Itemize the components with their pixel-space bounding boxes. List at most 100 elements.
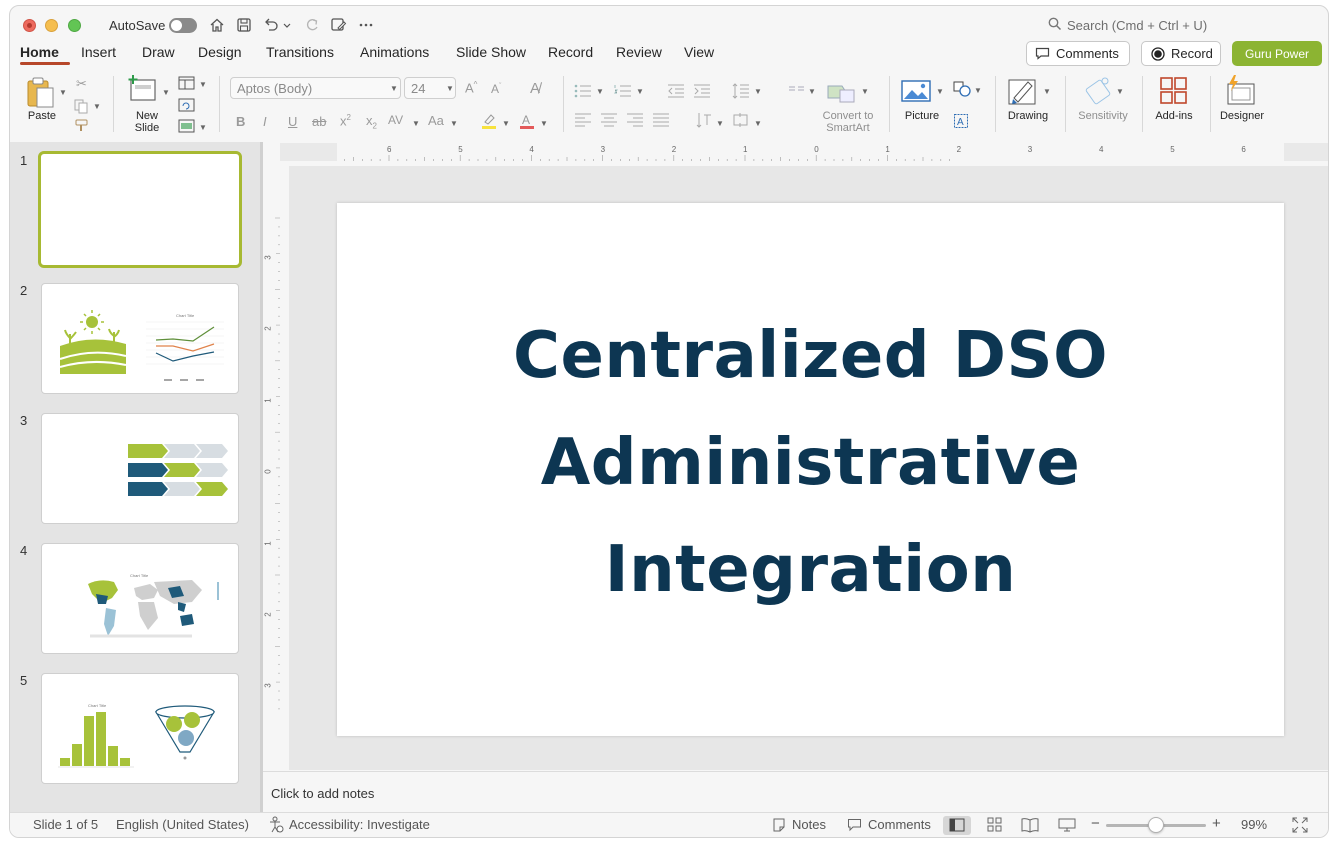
underline-icon[interactable]: U xyxy=(288,114,297,129)
slide-sorter-view-icon[interactable] xyxy=(987,817,1003,833)
bullets-icon[interactable] xyxy=(574,84,592,98)
align-left-icon[interactable] xyxy=(574,113,592,127)
more-options-icon[interactable] xyxy=(357,16,375,34)
clear-formatting-icon[interactable]: A̸ xyxy=(530,80,540,97)
zoom-in-icon[interactable]: + xyxy=(1212,815,1221,832)
change-case-icon[interactable]: Aa xyxy=(428,113,444,128)
convert-to-smartart-icon[interactable] xyxy=(826,80,858,106)
copy-icon[interactable] xyxy=(73,98,89,114)
slide-thumbnail-1[interactable] xyxy=(38,151,242,268)
shapes-icon[interactable] xyxy=(952,80,972,98)
copy-chevron-icon[interactable]: ▼ xyxy=(93,102,101,111)
font-size-chevron-icon[interactable]: ▼ xyxy=(446,84,454,93)
shapes-chevron-icon[interactable]: ▼ xyxy=(974,86,982,95)
tab-animations[interactable]: Animations xyxy=(360,44,429,60)
home-icon[interactable] xyxy=(208,16,226,34)
tab-view[interactable]: View xyxy=(684,44,714,60)
drawing-icon[interactable] xyxy=(1008,76,1040,108)
undo-dropdown-chevron-icon[interactable] xyxy=(282,16,292,34)
notes-pane[interactable]: Click to add notes xyxy=(263,771,1328,811)
current-slide[interactable]: Centralized DSO Administrative Integrati… xyxy=(337,203,1284,736)
reset-slide-icon[interactable] xyxy=(178,98,196,112)
format-painter-icon[interactable] xyxy=(74,119,90,133)
font-color-chevron-icon[interactable]: ▼ xyxy=(540,119,548,128)
sensitivity-icon[interactable] xyxy=(1085,75,1115,105)
tab-transitions[interactable]: Transitions xyxy=(266,44,334,60)
font-color-icon[interactable]: A xyxy=(518,112,536,130)
tab-record[interactable]: Record xyxy=(548,44,593,60)
minimize-window-button[interactable] xyxy=(45,19,58,32)
paste-icon[interactable] xyxy=(25,75,57,109)
close-window-button[interactable] xyxy=(23,19,36,32)
guru-power-button[interactable]: Guru Power xyxy=(1232,41,1322,66)
highlight-chevron-icon[interactable]: ▼ xyxy=(502,119,510,128)
increase-indent-icon[interactable] xyxy=(693,84,711,98)
redo-icon[interactable] xyxy=(303,16,321,34)
justify-icon[interactable] xyxy=(652,113,670,127)
accessibility-status[interactable]: Accessibility: Investigate xyxy=(289,817,430,832)
superscript-icon[interactable]: x2 xyxy=(340,113,351,128)
record-button[interactable]: Record xyxy=(1141,41,1221,66)
columns-icon[interactable] xyxy=(788,84,806,98)
text-direction-chevron-icon[interactable]: ▼ xyxy=(716,119,724,128)
picture-chevron-icon[interactable]: ▼ xyxy=(936,87,944,96)
align-text-icon[interactable] xyxy=(732,112,750,128)
accessibility-icon[interactable] xyxy=(268,816,284,833)
font-name-select[interactable]: Aptos (Body) xyxy=(230,77,401,99)
layout-icon[interactable] xyxy=(178,76,196,90)
line-spacing-icon[interactable] xyxy=(732,83,750,99)
comments-button[interactable]: Comments xyxy=(1026,41,1130,66)
font-name-chevron-icon[interactable]: ▼ xyxy=(390,84,398,93)
notes-icon[interactable] xyxy=(772,818,786,832)
convert-smartart-chevron-icon[interactable]: ▼ xyxy=(861,87,869,96)
text-box-icon[interactable]: A xyxy=(953,113,969,129)
comments-status-icon[interactable] xyxy=(847,818,862,832)
zoom-out-icon[interactable]: − xyxy=(1091,815,1100,832)
change-case-chevron-icon[interactable]: ▼ xyxy=(450,119,458,128)
notes-placeholder[interactable]: Click to add notes xyxy=(271,786,374,801)
bullets-chevron-icon[interactable]: ▼ xyxy=(596,87,604,96)
slide-thumbnail-5[interactable]: Chart Title xyxy=(41,673,239,784)
search-input[interactable]: Search (Cmd + Ctrl + U) xyxy=(1067,18,1207,33)
zoom-level[interactable]: 99% xyxy=(1241,817,1267,832)
text-direction-icon[interactable] xyxy=(695,111,713,129)
numbering-icon[interactable] xyxy=(614,84,632,98)
subscript-icon[interactable]: x2 xyxy=(366,113,377,131)
tab-review[interactable]: Review xyxy=(616,44,662,60)
slide-thumbnails-pane[interactable]: 1 2 Chart Title 3 4 Chart Title 5 Chart … xyxy=(10,142,260,812)
drawing-chevron-icon[interactable]: ▼ xyxy=(1043,87,1051,96)
bold-icon[interactable]: B xyxy=(236,114,245,129)
decrease-font-size-icon[interactable]: Aˇ xyxy=(491,82,501,96)
section-chevron-icon[interactable]: ▼ xyxy=(199,123,207,132)
columns-chevron-icon[interactable]: ▼ xyxy=(808,87,816,96)
slide-thumbnail-2[interactable]: Chart Title xyxy=(41,283,239,394)
decrease-indent-icon[interactable] xyxy=(667,84,685,98)
language-status[interactable]: English (United States) xyxy=(116,817,249,832)
tab-home[interactable]: Home xyxy=(20,44,59,60)
paste-chevron-icon[interactable]: ▼ xyxy=(59,88,67,97)
zoom-slider-thumb[interactable] xyxy=(1148,817,1164,833)
picture-icon[interactable] xyxy=(901,79,931,103)
reading-view-icon[interactable] xyxy=(1021,817,1039,833)
new-slide-chevron-icon[interactable]: ▼ xyxy=(162,88,170,97)
normal-view-icon[interactable] xyxy=(949,818,965,832)
designer-icon[interactable] xyxy=(1224,74,1256,106)
slide-thumbnail-3[interactable] xyxy=(41,413,239,524)
sensitivity-chevron-icon[interactable]: ▼ xyxy=(1116,87,1124,96)
pane-splitter[interactable] xyxy=(260,142,263,812)
save-as-icon[interactable] xyxy=(329,16,347,34)
align-center-icon[interactable] xyxy=(600,113,618,127)
cut-icon[interactable]: ✂ xyxy=(76,76,87,92)
section-icon[interactable] xyxy=(178,119,196,133)
numbering-chevron-icon[interactable]: ▼ xyxy=(636,87,644,96)
align-right-icon[interactable] xyxy=(626,113,644,127)
character-spacing-chevron-icon[interactable]: ▼ xyxy=(412,119,420,128)
increase-font-size-icon[interactable]: A^ xyxy=(465,80,477,95)
zoom-window-button[interactable] xyxy=(68,19,81,32)
undo-icon[interactable] xyxy=(262,16,280,34)
slide-thumbnail-4[interactable]: Chart Title xyxy=(41,543,239,654)
new-slide-icon[interactable] xyxy=(128,75,158,103)
tab-insert[interactable]: Insert xyxy=(81,44,116,60)
slide-title-textbox[interactable]: Centralized DSO Administrative Integrati… xyxy=(337,303,1284,624)
italic-icon[interactable]: I xyxy=(263,114,267,129)
